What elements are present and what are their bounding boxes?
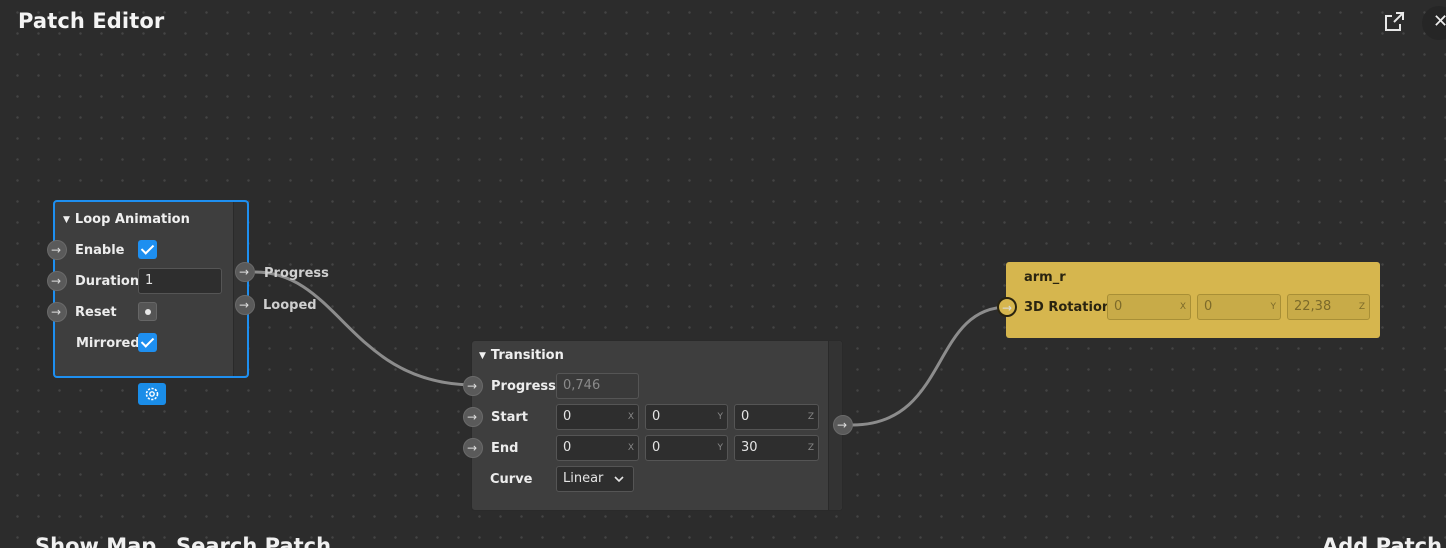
progress-label: Progress xyxy=(491,379,556,394)
x-axis-label: X xyxy=(627,443,634,453)
settings-button[interactable] xyxy=(138,383,166,405)
curve-label: Curve xyxy=(490,472,533,487)
rotation-z-field[interactable]: 22,38 Z xyxy=(1287,294,1370,320)
duration-field[interactable]: 1 xyxy=(138,268,222,294)
gear-icon xyxy=(145,387,159,401)
z-axis-label: Z xyxy=(807,443,814,453)
end-x-value: 0 xyxy=(563,440,572,455)
start-z-value: 0 xyxy=(741,409,750,424)
duration-label: Duration xyxy=(75,274,140,289)
wire-transition-to-arm xyxy=(851,305,1009,427)
progress-input-port[interactable] xyxy=(463,376,483,396)
end-input-port[interactable] xyxy=(463,438,483,458)
enable-label: Enable xyxy=(75,243,125,258)
y-axis-label: Y xyxy=(1270,302,1277,312)
transition-title[interactable]: ▼ Transition xyxy=(479,348,564,363)
duration-input-port[interactable] xyxy=(47,271,67,291)
mirrored-label: Mirrored xyxy=(76,336,140,351)
x-axis-label: X xyxy=(1179,302,1186,312)
transition-output-port[interactable] xyxy=(833,415,853,435)
end-z-field[interactable]: 30 Z xyxy=(734,435,819,461)
looped-output-port[interactable] xyxy=(235,295,255,315)
chevron-down-icon xyxy=(614,476,624,483)
rotation-input-port[interactable] xyxy=(997,297,1017,317)
show-map-button[interactable]: Show Map xyxy=(35,534,156,548)
rotation-x-field[interactable]: 0X xyxy=(1107,294,1191,320)
z-axis-label: Z xyxy=(807,412,814,422)
rotation-y-value: 0 xyxy=(1204,299,1213,314)
enable-input-port[interactable] xyxy=(47,240,67,260)
start-x-value: 0 xyxy=(563,409,572,424)
rotation-x-value: 0 xyxy=(1114,299,1123,314)
x-axis-label: X xyxy=(627,412,634,422)
reset-label: Reset xyxy=(75,305,117,320)
end-label: End xyxy=(491,441,519,456)
rotation-label: 3D Rotation xyxy=(1024,300,1112,315)
reset-pulse-button[interactable] xyxy=(138,302,157,321)
loop-animation-title[interactable]: ▼ Loop Animation xyxy=(63,212,190,227)
rotation-y-field[interactable]: 0Y xyxy=(1197,294,1281,320)
curve-select[interactable]: Linear xyxy=(556,466,634,492)
progress-output-label: Progress xyxy=(264,266,329,281)
wire-progress-to-transition xyxy=(254,270,476,387)
z-axis-label: Z xyxy=(1358,302,1365,312)
end-y-value: 0 xyxy=(652,440,661,455)
start-input-port[interactable] xyxy=(463,407,483,427)
enable-checkbox[interactable] xyxy=(138,240,157,259)
collapse-triangle-icon: ▼ xyxy=(63,215,70,225)
end-x-field[interactable]: 0X xyxy=(556,435,639,461)
start-label: Start xyxy=(491,410,528,425)
looped-output-label: Looped xyxy=(263,298,317,313)
progress-output-port[interactable] xyxy=(235,262,255,282)
mirrored-checkbox[interactable] xyxy=(138,333,157,352)
y-axis-label: Y xyxy=(717,412,724,422)
start-x-field[interactable]: 0X xyxy=(556,404,639,430)
start-y-field[interactable]: 0Y xyxy=(645,404,728,430)
progress-field: 0,746 xyxy=(556,373,639,399)
end-y-field[interactable]: 0Y xyxy=(645,435,728,461)
search-patch-button[interactable]: Search Patch xyxy=(176,534,331,548)
reset-input-port[interactable] xyxy=(47,302,67,322)
rotation-z-value: 22,38 xyxy=(1294,299,1332,314)
node-rail xyxy=(233,202,247,376)
y-axis-label: Y xyxy=(717,443,724,453)
arm-r-title[interactable]: arm_r xyxy=(1024,270,1066,285)
collapse-triangle-icon: ▼ xyxy=(479,351,486,361)
add-patch-button[interactable]: Add Patch xyxy=(1322,534,1442,548)
start-y-value: 0 xyxy=(652,409,661,424)
start-z-field[interactable]: 0Z xyxy=(734,404,819,430)
curve-value: Linear xyxy=(563,471,604,486)
end-z-value: 30 xyxy=(741,440,758,455)
